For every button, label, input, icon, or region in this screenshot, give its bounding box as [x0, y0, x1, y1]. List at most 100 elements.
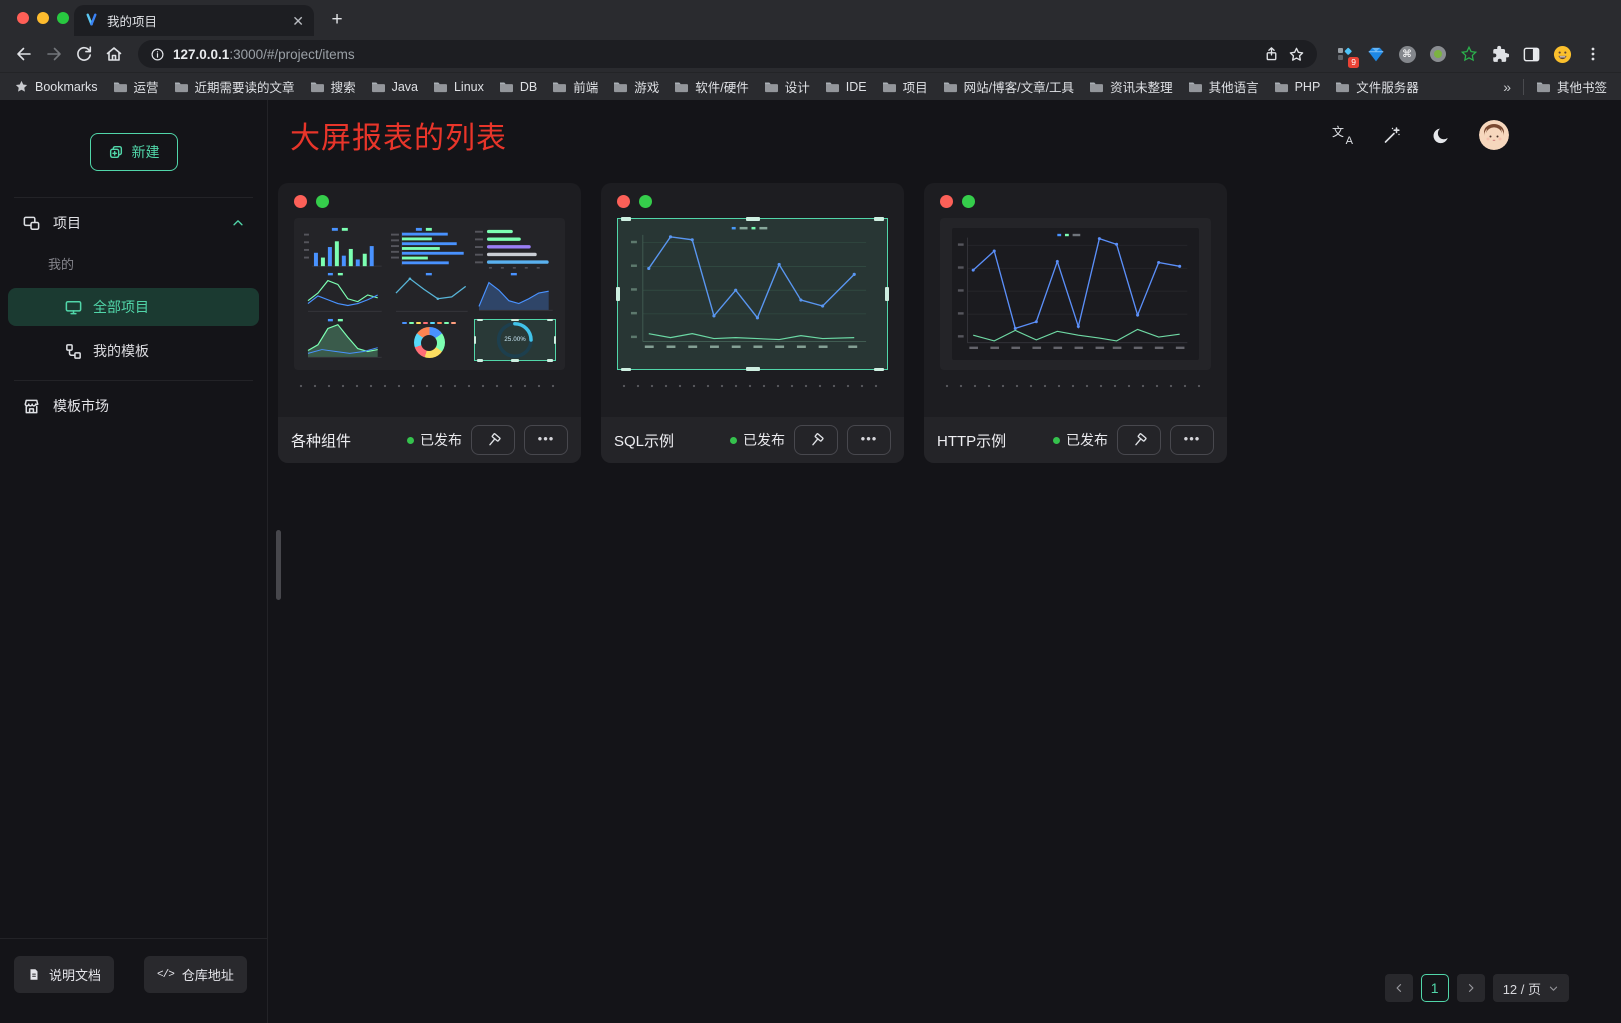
- sidebar: 新建 项目 我的 全部项目 我的模板 模: [0, 100, 268, 1023]
- bookmark-folder[interactable]: 项目: [882, 77, 928, 96]
- star-extension-icon[interactable]: [1459, 44, 1479, 64]
- window-minimize-button[interactable]: [37, 12, 49, 24]
- green-dot: [962, 195, 975, 208]
- card-dots: [294, 195, 565, 208]
- bookmark-folder[interactable]: 软件/硬件: [674, 77, 748, 96]
- sidebar-group-mine: 我的: [0, 248, 267, 282]
- next-page-button[interactable]: [1457, 974, 1485, 1002]
- folder-icon: [1536, 81, 1551, 93]
- bookmark-folder[interactable]: 游戏: [613, 77, 659, 96]
- more-button[interactable]: •••: [1170, 425, 1214, 455]
- mini-hbar-chart: [388, 226, 472, 270]
- emoji-profile-avatar[interactable]: [1552, 44, 1572, 64]
- dotted-separator: [940, 384, 1211, 388]
- more-button[interactable]: •••: [847, 425, 891, 455]
- bookmark-folder[interactable]: 搜索: [310, 77, 356, 96]
- new-tab-button[interactable]: +: [324, 6, 350, 32]
- browser-tab[interactable]: 我的项目 ✕: [74, 5, 314, 36]
- edit-hammer-button[interactable]: [1117, 425, 1161, 455]
- share-icon[interactable]: [1263, 46, 1280, 63]
- prev-page-button[interactable]: [1385, 974, 1413, 1002]
- chevron-up-icon[interactable]: [231, 216, 245, 230]
- bookmark-folder[interactable]: 资讯未整理: [1089, 77, 1173, 96]
- status-dot: [730, 437, 737, 444]
- bookmark-folder[interactable]: Linux: [433, 77, 484, 96]
- bookmark-folder[interactable]: IDE: [825, 77, 867, 96]
- home-button[interactable]: [100, 40, 128, 68]
- bookmark-folder[interactable]: 前端: [552, 77, 598, 96]
- red-dot: [617, 195, 630, 208]
- project-thumbnail[interactable]: [940, 218, 1211, 370]
- more-button[interactable]: •••: [524, 425, 568, 455]
- browser-toolbar: 127.0.0.1:3000/#/project/items 9 ⌘: [0, 36, 1621, 72]
- bookmark-star-icon[interactable]: [1288, 46, 1305, 63]
- magic-wand-icon[interactable]: [1381, 124, 1403, 146]
- green-dot: [639, 195, 652, 208]
- bookmark-folders: 运营 近期需要读的文章 搜索 Java: [113, 77, 1419, 96]
- dark-mode-moon-icon[interactable]: [1430, 124, 1452, 146]
- folder-icon: [764, 81, 779, 93]
- scrollbar-thumb[interactable]: [276, 530, 281, 600]
- extensions-puzzle-icon[interactable]: [1490, 44, 1510, 64]
- address-bar[interactable]: 127.0.0.1:3000/#/project/items: [138, 40, 1317, 68]
- sidebar-section-project[interactable]: 项目: [0, 198, 267, 248]
- goview-app: 新建 项目 我的 全部项目 我的模板 模: [0, 100, 1621, 1023]
- project-thumbnail[interactable]: 25.00%: [294, 218, 565, 370]
- bookmark-folder[interactable]: Java: [371, 77, 418, 96]
- folder-icon: [1089, 81, 1104, 93]
- command-extension-icon[interactable]: ⌘: [1397, 44, 1417, 64]
- repo-button[interactable]: </> 仓库地址: [144, 956, 247, 993]
- window-close-button[interactable]: [17, 12, 29, 24]
- back-button[interactable]: [10, 40, 38, 68]
- card-footer: 各种组件 已发布 •••: [278, 417, 581, 463]
- user-avatar[interactable]: [1479, 120, 1509, 150]
- red-dot: [940, 195, 953, 208]
- tab-close-icon[interactable]: ✕: [292, 14, 304, 28]
- other-bookmarks-folder[interactable]: 其他书签: [1536, 77, 1607, 96]
- bookmark-folder[interactable]: DB: [499, 77, 537, 96]
- bookmark-folder[interactable]: 其他语言: [1188, 77, 1259, 96]
- bookmarks-overflow-chevron[interactable]: »: [1503, 79, 1511, 95]
- edit-hammer-button[interactable]: [794, 425, 838, 455]
- forward-button[interactable]: [40, 40, 68, 68]
- folder-icon: [113, 81, 128, 93]
- page-size-select[interactable]: 12 / 页: [1493, 974, 1569, 1002]
- tab-manager-extension-icon[interactable]: 9: [1335, 44, 1355, 64]
- mini-gauge-selected[interactable]: 25.00%: [473, 318, 557, 362]
- docs-button[interactable]: 说明文档: [14, 956, 114, 993]
- side-panel-icon[interactable]: [1521, 44, 1541, 64]
- hammer-icon: [485, 432, 502, 449]
- bookmark-folder[interactable]: 文件服务器: [1335, 77, 1419, 96]
- bookmark-folder[interactable]: 设计: [764, 77, 810, 96]
- gem-extension-icon[interactable]: [1366, 44, 1386, 64]
- card-dots: [940, 195, 1211, 208]
- bookmark-folder[interactable]: 运营: [113, 77, 159, 96]
- page-header: 大屏报表的列表 文A: [268, 100, 1621, 170]
- project-card[interactable]: SQL示例 已发布 •••: [601, 183, 904, 463]
- language-translate-icon[interactable]: 文A: [1332, 124, 1354, 146]
- folder-icon: [552, 81, 567, 93]
- current-page-button[interactable]: 1: [1421, 974, 1449, 1002]
- card-title: 各种组件: [291, 430, 351, 451]
- template-flow-icon: [64, 342, 83, 361]
- bookmark-folder[interactable]: 近期需要读的文章: [174, 77, 295, 96]
- project-card[interactable]: HTTP示例 已发布 •••: [924, 183, 1227, 463]
- create-new-button[interactable]: 新建: [90, 133, 178, 171]
- project-card[interactable]: 25.00% 各种组件 已发布 •••: [278, 183, 581, 463]
- folder-icon: [174, 81, 189, 93]
- selection-box: [617, 218, 888, 370]
- project-thumbnail[interactable]: [617, 218, 888, 370]
- recorder-extension-icon[interactable]: [1428, 44, 1448, 64]
- reload-button[interactable]: [70, 40, 98, 68]
- edit-hammer-button[interactable]: [471, 425, 515, 455]
- screens-icon: [22, 214, 41, 233]
- sidebar-item-all-projects[interactable]: 全部项目: [8, 288, 259, 326]
- bookmark-folder[interactable]: PHP: [1274, 77, 1321, 96]
- window-zoom-button[interactable]: [57, 12, 69, 24]
- sidebar-item-my-templates[interactable]: 我的模板: [8, 332, 259, 370]
- bookmarks-manager[interactable]: Bookmarks: [14, 79, 98, 94]
- extensions-row: 9 ⌘: [1327, 44, 1611, 64]
- chrome-menu-kebab-icon[interactable]: [1583, 44, 1603, 64]
- sidebar-item-template-market[interactable]: 模板市场: [0, 381, 267, 431]
- bookmark-folder[interactable]: 网站/博客/文章/工具: [943, 77, 1074, 96]
